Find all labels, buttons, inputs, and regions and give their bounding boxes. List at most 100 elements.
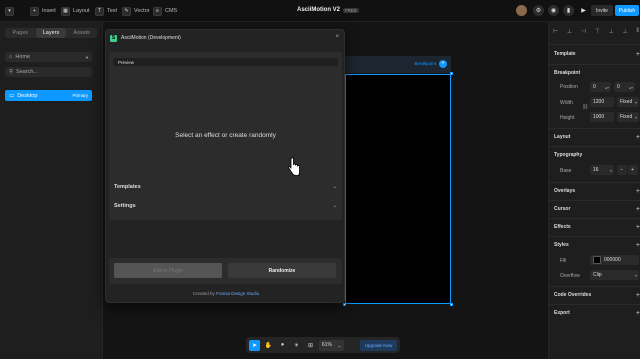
text-button[interactable]: T Text	[95, 6, 117, 16]
color-swatch[interactable]	[593, 256, 601, 264]
credit-link[interactable]: Framia Design Studio	[216, 291, 259, 296]
width-input[interactable]: 1200	[590, 97, 614, 107]
desktop-frame-icon: ▭	[9, 92, 15, 99]
vector-button[interactable]: ✎ Vector	[122, 6, 150, 16]
fill-label: Fill	[560, 258, 567, 264]
position-label: Position	[560, 84, 578, 90]
cursor-section[interactable]: Cursor +	[554, 204, 640, 214]
link-icon[interactable]: ⛓	[582, 104, 588, 110]
increase-button[interactable]: +	[628, 165, 638, 175]
position-y-input[interactable]: 0 ▴▾	[614, 82, 635, 92]
settings-section[interactable]: Settings ⌄	[114, 201, 337, 211]
base-font-size-input[interactable]: 16 ▾	[590, 165, 614, 175]
plan-badge: FREE	[343, 7, 360, 13]
template-section[interactable]: Template +	[554, 49, 640, 59]
resize-handle[interactable]	[450, 303, 453, 306]
close-icon[interactable]: ×	[335, 34, 339, 40]
stepper-icon: ▴▾	[628, 84, 633, 90]
width-mode-select[interactable]: Fixed ▾	[617, 97, 639, 107]
add-icon[interactable]: +	[636, 51, 640, 58]
add-icon[interactable]: +	[636, 188, 640, 195]
app-menu-button[interactable]: ▾	[5, 6, 14, 16]
edit-in-plugin-button[interactable]: Edit in Plugin	[114, 263, 222, 278]
resize-handle[interactable]	[450, 72, 453, 75]
hand-tool-icon[interactable]: ✋	[263, 340, 274, 351]
empty-state-text: Select an effect or create randomly	[175, 132, 276, 139]
add-icon[interactable]: +	[636, 292, 640, 299]
comment-tool-icon[interactable]: ●	[277, 340, 288, 351]
upgrade-button[interactable]: Upgrade Now	[360, 339, 397, 351]
project-title[interactable]: AsciiMotion V2 FREE	[297, 7, 360, 13]
divider	[549, 182, 640, 183]
breakpoint-label[interactable]: Breakpoint	[414, 61, 436, 66]
tab-layers[interactable]: Layers	[35, 28, 67, 38]
base-label: Base	[560, 168, 572, 174]
align-middle-icon[interactable]: ⊥	[609, 28, 614, 38]
add-breakpoint-icon[interactable]: +	[439, 60, 447, 68]
height-mode-select[interactable]: Fixed ▾	[617, 112, 639, 122]
tab-pages[interactable]: Pages	[5, 28, 36, 38]
chart-icon[interactable]: ▮	[563, 5, 574, 16]
align-left-icon[interactable]: ⊢	[553, 28, 558, 38]
cms-button[interactable]: ≡ CMS	[153, 6, 177, 16]
align-bottom-icon[interactable]: ⊥	[623, 28, 628, 38]
align-right-icon[interactable]: ⊣	[581, 28, 586, 38]
height-label: Height	[560, 115, 575, 121]
typography-section: Typography	[554, 152, 583, 158]
chevron-down-icon: ⌄	[332, 203, 337, 209]
frame-header: Breakpoint +	[345, 56, 451, 73]
add-icon[interactable]: +	[636, 310, 640, 317]
effects-section[interactable]: Effects +	[554, 222, 640, 232]
plugin-logo-icon: S	[110, 34, 117, 42]
code-overrides-section[interactable]: Code Overrides +	[554, 290, 640, 300]
fill-input[interactable]: 000000	[590, 255, 639, 265]
zoom-control[interactable]: 61% ⌄	[319, 339, 344, 351]
panel-tabs: Pages Layers Assets	[5, 28, 97, 38]
divider	[549, 128, 640, 129]
avatar[interactable]	[516, 5, 527, 16]
layout-button[interactable]: ▦ Layout	[61, 6, 90, 16]
invite-button[interactable]: Invite	[591, 5, 613, 16]
styles-section[interactable]: Styles +	[554, 240, 640, 250]
decrease-button[interactable]: −	[617, 165, 627, 175]
add-icon[interactable]: +	[636, 242, 640, 249]
plus-icon: +	[30, 6, 39, 16]
select-tool-icon[interactable]: ➤	[249, 339, 260, 351]
distribute-icon[interactable]: ⫴	[636, 28, 639, 38]
settings-icon[interactable]: ⚙	[533, 5, 544, 16]
templates-section[interactable]: Templates ⌄	[114, 182, 337, 192]
height-input[interactable]: 1000	[590, 112, 614, 122]
divider	[549, 286, 640, 287]
divider	[549, 146, 640, 147]
randomize-button[interactable]: Randomize	[228, 263, 336, 278]
align-top-icon[interactable]: ⊤	[595, 28, 600, 38]
layer-desktop[interactable]: ▭ Desktop Primary	[5, 90, 92, 101]
add-icon[interactable]: +	[636, 206, 640, 213]
align-center-icon[interactable]: ⊥	[567, 28, 572, 38]
grid-icon[interactable]: ⊞	[305, 340, 316, 351]
left-panel: Pages Layers Assets ⌂ Home ▼ ⚲ Search...…	[0, 22, 103, 359]
layout-section[interactable]: Layout +	[554, 132, 640, 142]
divider	[549, 236, 640, 237]
right-panel: ⊢ ⊥ ⊣ ⊤ ⊥ ⊥ ⫴ Template + Breakpoint Posi…	[548, 22, 640, 359]
publish-button[interactable]: Publish	[615, 5, 639, 16]
overflow-select[interactable]: Clip ▾	[590, 270, 639, 280]
play-icon[interactable]: ▶	[578, 5, 589, 16]
sun-icon[interactable]: ☀	[291, 340, 302, 351]
add-icon[interactable]: +	[636, 224, 640, 231]
plugin-actions: Edit in Plugin Randomize	[109, 258, 342, 284]
insert-button[interactable]: + Insert	[30, 6, 56, 16]
resize-handle[interactable]	[343, 303, 346, 306]
search-input[interactable]: ⚲ Search...	[5, 67, 92, 77]
desktop-frame[interactable]	[343, 72, 453, 306]
globe-icon[interactable]: ◉	[548, 5, 559, 16]
overlays-section[interactable]: Overlays +	[554, 186, 640, 196]
page-select[interactable]: ⌂ Home ▼	[5, 52, 92, 62]
add-icon[interactable]: +	[636, 134, 640, 141]
export-section[interactable]: Export +	[554, 308, 640, 318]
position-x-input[interactable]: 0 ▴▾	[590, 82, 611, 92]
plugin-header[interactable]: S AsciiMotion (Development)	[106, 30, 346, 46]
tab-assets[interactable]: Assets	[66, 28, 97, 38]
hand-cursor-icon	[287, 157, 300, 176]
overflow-label: Overflow	[560, 273, 580, 279]
